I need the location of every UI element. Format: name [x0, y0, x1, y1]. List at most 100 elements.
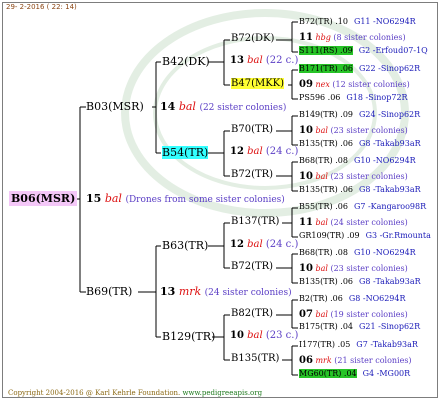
root-desc: (Drones from some sister colonies): [125, 195, 285, 205]
leaf-line: bal: [315, 172, 328, 181]
g2-queen-2[interactable]: B54(TR): [162, 146, 209, 159]
leaf-row[interactable]: 07 bal (19 sister colonies): [299, 309, 408, 320]
leaf-queen-code[interactable]: B72(TR) .10: [299, 17, 348, 26]
leaf-queen-code[interactable]: B135(TR) .06: [299, 139, 353, 148]
leaf-queen-code[interactable]: B171(TR) .06: [299, 64, 354, 73]
leaf-generation: 11: [299, 217, 313, 228]
leaf-origin-code: G21 -Sinop62R: [359, 322, 421, 331]
leaf-origin-code: G8 -Takab93aR: [359, 139, 421, 148]
leaf-queen-code[interactable]: B68(TR) .08: [299, 248, 348, 257]
leaf-queen-code[interactable]: B175(TR) .04: [299, 322, 353, 331]
leaf-row[interactable]: MG60(TR) .04 G4 -MG00R: [299, 369, 410, 378]
leaf-queen-code[interactable]: B149(TR) .09: [299, 110, 353, 119]
g2-info-2: 12 bal (24 c.): [230, 146, 298, 157]
g1-top-queen[interactable]: B03(MSR): [86, 100, 144, 113]
g3-queen-1[interactable]: B72(DK): [231, 33, 274, 44]
g2-line-1: bal: [247, 55, 263, 66]
g2-info-4: 10 bal (23 c.): [230, 330, 298, 341]
leaf-queen-code[interactable]: S111(RS) .09: [299, 46, 353, 55]
leaf-row[interactable]: B175(TR) .04 G21 -Sinop62R: [299, 322, 420, 331]
leaf-row[interactable]: B135(TR) .06 G8 -Takab93aR: [299, 185, 421, 194]
leaf-queen-code[interactable]: B55(TR) .06: [299, 202, 348, 211]
leaf-origin-code: G4 -MG00R: [362, 369, 411, 378]
leaf-row[interactable]: B2(TR) .06 G8 -NO6294R: [299, 294, 406, 303]
leaf-row[interactable]: B68(TR) .08 G10 -NO6294R: [299, 156, 416, 165]
g1-top-desc: (22 sister colonies): [199, 103, 287, 113]
root-queen[interactable]: B06(MSR): [9, 191, 78, 206]
g1-top-line: bal: [178, 100, 196, 113]
g3-queen-8[interactable]: B135(TR): [231, 353, 279, 364]
leaf-queen-code[interactable]: B135(TR) .06: [299, 277, 353, 286]
leaf-row[interactable]: B135(TR) .06 G8 -Takab93aR: [299, 277, 421, 286]
g2-line-4: bal: [247, 330, 263, 341]
leaf-desc: (8 sister colonies): [333, 33, 406, 42]
leaf-desc: (23 sister colonies): [330, 172, 408, 181]
leaf-row[interactable]: 11 hbg (8 sister colonies): [299, 32, 406, 43]
g2-queen-4[interactable]: B129(TR): [162, 330, 215, 343]
g3-queen-5[interactable]: B137(TR): [231, 216, 279, 227]
root-generation: 15: [86, 192, 102, 205]
leaf-row[interactable]: 11 bal (24 sister colonies): [299, 217, 408, 228]
g1-bottom-generation: 13: [160, 285, 176, 298]
leaf-row[interactable]: GR109(TR) .09 G3 -Gr.Rmounta: [299, 231, 431, 240]
g1-bottom-queen[interactable]: B69(TR): [86, 285, 132, 298]
leaf-line: nex: [315, 80, 330, 89]
leaf-origin-code: G3 -Gr.Rmounta: [365, 231, 431, 240]
leaf-queen-code[interactable]: PS596 .06: [299, 93, 340, 102]
leaf-origin-code: G10 -NO6294R: [353, 248, 416, 257]
leaf-desc: (19 sister colonies): [330, 310, 408, 319]
leaf-origin-code: G7 -Takab93aR: [356, 340, 418, 349]
leaf-queen-code[interactable]: B2(TR) .06: [299, 294, 343, 303]
leaf-line: bal: [315, 264, 328, 273]
leaf-line: bal: [315, 310, 328, 319]
leaf-queen-code[interactable]: I177(TR) .05: [299, 340, 350, 349]
g3-queen-3[interactable]: B70(TR): [231, 124, 273, 135]
g2-queen-3[interactable]: B63(TR): [162, 239, 208, 252]
g2-line-3: bal: [247, 239, 263, 250]
leaf-row[interactable]: 10 bal (23 sister colonies): [299, 125, 408, 136]
g3-queen-2[interactable]: B47(MKK): [231, 78, 285, 89]
g2-desc-1: (22 c.): [265, 55, 299, 66]
footer: Copyright 2004-2016 @ Karl Kehrle Founda…: [8, 389, 262, 397]
leaf-queen-code[interactable]: MG60(TR) .04: [299, 369, 357, 378]
g1-bottom-info: 13 mrk (24 sister colonies): [160, 285, 292, 298]
leaf-generation: 07: [299, 309, 313, 320]
leaf-row[interactable]: S111(RS) .09 G2 -Erfoud07-1Q: [299, 46, 428, 55]
leaf-row[interactable]: B72(TR) .10 G11 -NO6294R: [299, 17, 416, 26]
leaf-row[interactable]: PS596 .06 G18 -Sinop72R: [299, 93, 408, 102]
leaf-row[interactable]: 10 bal (23 sister colonies): [299, 263, 408, 274]
leaf-row[interactable]: B171(TR) .06 G22 -Sinop62R: [299, 64, 420, 73]
leaf-queen-code[interactable]: B68(TR) .08: [299, 156, 348, 165]
g3-queen-4[interactable]: B72(TR): [231, 169, 273, 180]
leaf-row[interactable]: 06 mrk (21 sister colonies): [299, 355, 412, 366]
g2-generation-2: 12: [230, 146, 244, 157]
leaf-desc: (23 sister colonies): [330, 264, 408, 273]
leaf-row[interactable]: B55(TR) .06 G7 -Kangaroo98R: [299, 202, 426, 211]
root-drone-info: 15 bal (Drones from some sister colonies…: [86, 192, 285, 205]
leaf-queen-code[interactable]: GR109(TR) .09: [299, 231, 360, 240]
leaf-row[interactable]: B68(TR) .08 G10 -NO6294R: [299, 248, 416, 257]
g3-queen-7[interactable]: B82(TR): [231, 308, 273, 319]
leaf-row[interactable]: 09 nex (12 sister colonies): [299, 79, 410, 90]
g2-info-3: 12 bal (24 c.): [230, 239, 298, 250]
leaf-generation: 10: [299, 125, 313, 136]
g2-desc-4: (23 c.): [265, 330, 299, 341]
leaf-origin-code: G8 -Takab93aR: [359, 277, 421, 286]
g1-bottom-line: mrk: [178, 285, 202, 298]
g3-queen-6[interactable]: B72(TR): [231, 261, 273, 272]
footer-url[interactable]: www.pedigreeapis.org: [183, 389, 263, 397]
leaf-origin-code: G24 -Sinop62R: [359, 110, 421, 119]
g1-top-generation: 14: [160, 100, 176, 113]
leaf-origin-code: G22 -Sinop62R: [359, 64, 421, 73]
leaf-desc: (12 sister colonies): [332, 80, 410, 89]
leaf-row[interactable]: 10 bal (23 sister colonies): [299, 171, 408, 182]
g2-queen-1[interactable]: B42(DK): [162, 55, 210, 68]
leaf-origin-code: G8 -Takab93aR: [359, 185, 421, 194]
g2-desc-2: (24 c.): [265, 146, 299, 157]
leaf-generation: 10: [299, 171, 313, 182]
leaf-row[interactable]: B135(TR) .06 G8 -Takab93aR: [299, 139, 421, 148]
g1-bottom-desc: (24 sister colonies): [204, 288, 292, 298]
leaf-queen-code[interactable]: B135(TR) .06: [299, 185, 353, 194]
leaf-row[interactable]: I177(TR) .05 G7 -Takab93aR: [299, 340, 418, 349]
leaf-row[interactable]: B149(TR) .09 G24 -Sinop62R: [299, 110, 420, 119]
